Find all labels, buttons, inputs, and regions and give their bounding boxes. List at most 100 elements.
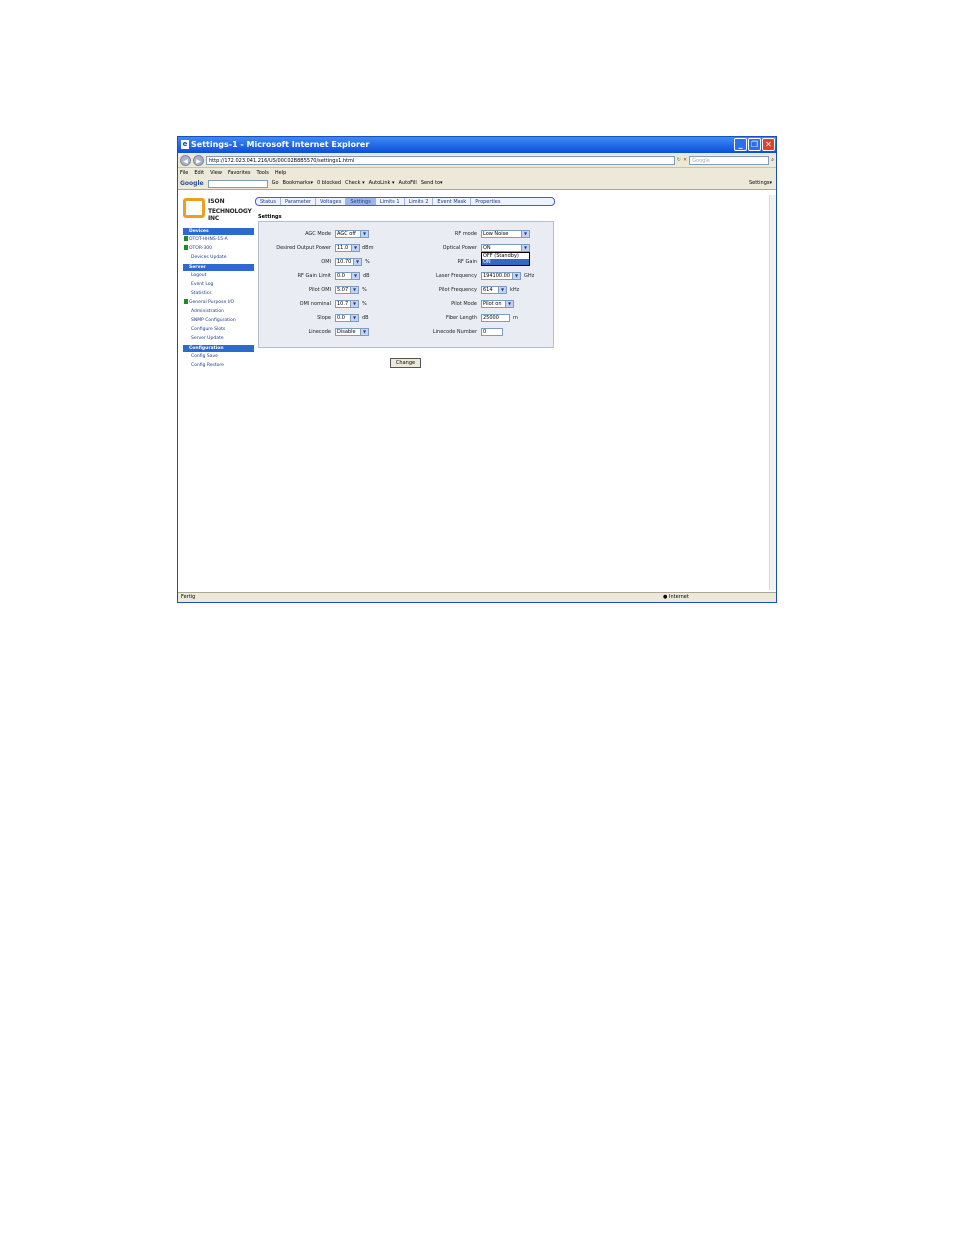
bookmarks-button[interactable]: Bookmarks▾ [283, 178, 313, 189]
browser-window: e Settings-1 - Microsoft Internet Explore… [177, 136, 777, 603]
sidebar-item-administration[interactable]: Administration [183, 307, 254, 316]
setting-label: RF mode [454, 231, 477, 237]
agc-mode-select[interactable]: AGC off ▼ [335, 230, 369, 238]
omi-nominal-select[interactable]: 10.7 ▼ [335, 300, 359, 308]
logo-mark [183, 198, 205, 218]
stop-icon[interactable]: ✕ [683, 157, 687, 163]
tab-settings[interactable]: Settings [346, 198, 376, 205]
tab-event-mask[interactable]: Event Mask [433, 198, 472, 205]
google-logo: Google [180, 180, 204, 187]
setting-row: Pilot Mode Pilot on ▼ [407, 300, 553, 309]
select-value: 10.7 [337, 301, 349, 307]
setting-label: RF Gain [457, 259, 477, 265]
chevron-down-icon: ▼ [350, 287, 358, 293]
sidebar-item-device[interactable]: OTOR-300 [183, 244, 254, 253]
send-to-button[interactable]: Send to▾ [421, 178, 443, 189]
menu-favorites[interactable]: Favorites [228, 168, 251, 178]
setting-row: Linecode Disable ▼ [259, 328, 407, 337]
sidebar-item-event-log[interactable]: Event Log [183, 280, 254, 289]
input-value: 25000 [483, 315, 499, 321]
change-button[interactable]: Change [390, 358, 421, 368]
maximize-icon[interactable]: ❐ [748, 138, 761, 151]
gpio-label: General Purpose I/O [189, 300, 235, 305]
sidebar-item-gpio[interactable]: General Purpose I/O [183, 298, 254, 307]
sidebar-item-device[interactable]: OTOT-HHNS-15-A [183, 235, 254, 244]
tab-properties[interactable]: Properties [471, 198, 504, 205]
input-value: 0 [483, 329, 487, 335]
tab-bar: Status Parameter Voltages Settings Limit… [255, 197, 555, 206]
linecode-number-input[interactable]: 0 [481, 328, 503, 336]
unit-label: dBm [362, 245, 374, 251]
setting-label: Laser Frequency [435, 273, 477, 279]
globe-icon: ● [663, 594, 668, 600]
pilot-mode-select[interactable]: Pilot on ▼ [481, 300, 514, 308]
select-value: 0.0 [337, 273, 345, 279]
select-value: AGC off [337, 231, 356, 237]
sidebar-item-logout[interactable]: Logout [183, 271, 254, 280]
sidebar-item-config-restore[interactable]: Config Restore [183, 361, 254, 370]
laser-frequency-select[interactable]: 194100.00 ▼ [481, 272, 521, 280]
sidebar-item-configure-slots[interactable]: Configure Slots [183, 325, 254, 334]
pilot-omi-select[interactable]: 5.07 ▼ [335, 286, 359, 294]
select-value: ON [483, 245, 491, 251]
setting-row: RF mode Low Noise ▼ [407, 230, 553, 239]
forward-icon[interactable]: ▶ [193, 154, 204, 166]
search-input[interactable]: Google [689, 155, 770, 165]
menu-tools[interactable]: Tools [257, 168, 269, 178]
google-toolbar: Google Go Bookmarks▾ 0 blocked Check ▾ A… [178, 178, 776, 190]
sidebar-item-server-update[interactable]: Server Update [183, 334, 254, 343]
address-input[interactable]: http://172.023.041.216/US/00C02B8B5570/s… [206, 155, 675, 165]
sidebar-item-config-save[interactable]: Config Save [183, 352, 254, 361]
menu-edit[interactable]: Edit [194, 168, 204, 178]
tab-voltages[interactable]: Voltages [316, 198, 347, 205]
sidebar-item-snmp[interactable]: SNMP Configuration [183, 316, 254, 325]
device-label: OTOT-HHNS-15-A [189, 237, 228, 242]
optical-power-select[interactable]: ON ▼ [481, 244, 530, 252]
sidebar-item-statistics[interactable]: Statistics [183, 289, 254, 298]
unit-label: dB [363, 273, 370, 279]
setting-label: Optical Power [442, 245, 477, 251]
google-go-button[interactable]: Go [272, 178, 279, 189]
window-title: Settings-1 - Microsoft Internet Explorer [191, 140, 370, 149]
slope-select[interactable]: 0.0 ▼ [335, 314, 359, 322]
close-icon[interactable]: ✕ [762, 138, 775, 151]
select-value: Pilot on [483, 301, 502, 307]
minimize-icon[interactable]: _ [734, 138, 747, 151]
output-power-select[interactable]: 11.0 ▼ [335, 244, 360, 252]
setting-label: Desired Output Power [276, 245, 331, 251]
linecode-select[interactable]: Disable ▼ [335, 328, 369, 336]
dropdown-option[interactable]: ON [482, 259, 529, 265]
vertical-scrollbar[interactable] [769, 195, 776, 590]
setting-row: RF Gain Limit 0.0 ▼ dB [259, 272, 407, 281]
rf-mode-select[interactable]: Low Noise ▼ [481, 230, 530, 238]
search-icon[interactable]: ⌕ [771, 157, 774, 163]
omi-select[interactable]: 10.70 ▼ [335, 258, 362, 266]
back-icon[interactable]: ◀ [180, 154, 191, 166]
google-search-input[interactable] [207, 179, 268, 188]
google-settings-button[interactable]: Settings▾ [749, 178, 772, 189]
tab-status[interactable]: Status [256, 198, 281, 205]
tab-limits-2[interactable]: Limits 2 [405, 198, 434, 205]
pilot-frequency-select[interactable]: 614 ▼ [481, 286, 507, 294]
menu-file[interactable]: File [180, 168, 188, 178]
status-bar: Fertig ● Internet [178, 592, 776, 602]
tab-limits-1[interactable]: Limits 1 [376, 198, 405, 205]
tab-parameter[interactable]: Parameter [281, 198, 316, 205]
setting-label: OMI [321, 259, 331, 265]
check-button[interactable]: Check ▾ [345, 178, 364, 189]
menu-help[interactable]: Help [275, 168, 286, 178]
fiber-length-input[interactable]: 25000 [481, 314, 510, 322]
autofill-button[interactable]: AutoFill [399, 178, 417, 189]
refresh-icon[interactable]: ↻ [677, 157, 681, 163]
title-bar: e Settings-1 - Microsoft Internet Explore… [178, 137, 776, 153]
address-toolbar: ◀ ▶ http://172.023.041.216/US/00C02B8B55… [178, 153, 776, 168]
sidebar-header-configuration: Configuration [183, 345, 254, 352]
setting-row: Laser Frequency 194100.00 ▼ GHz [407, 272, 553, 281]
popup-blocker-button[interactable]: 0 blocked [317, 178, 341, 189]
chevron-down-icon: ▼ [350, 301, 358, 307]
sidebar-item-devices-update[interactable]: Devices Update [183, 253, 254, 262]
rf-gain-limit-select[interactable]: 0.0 ▼ [335, 272, 360, 280]
menu-view[interactable]: View [210, 168, 222, 178]
autolink-button[interactable]: AutoLink ▾ [369, 178, 395, 189]
page-title: Settings [258, 214, 282, 220]
